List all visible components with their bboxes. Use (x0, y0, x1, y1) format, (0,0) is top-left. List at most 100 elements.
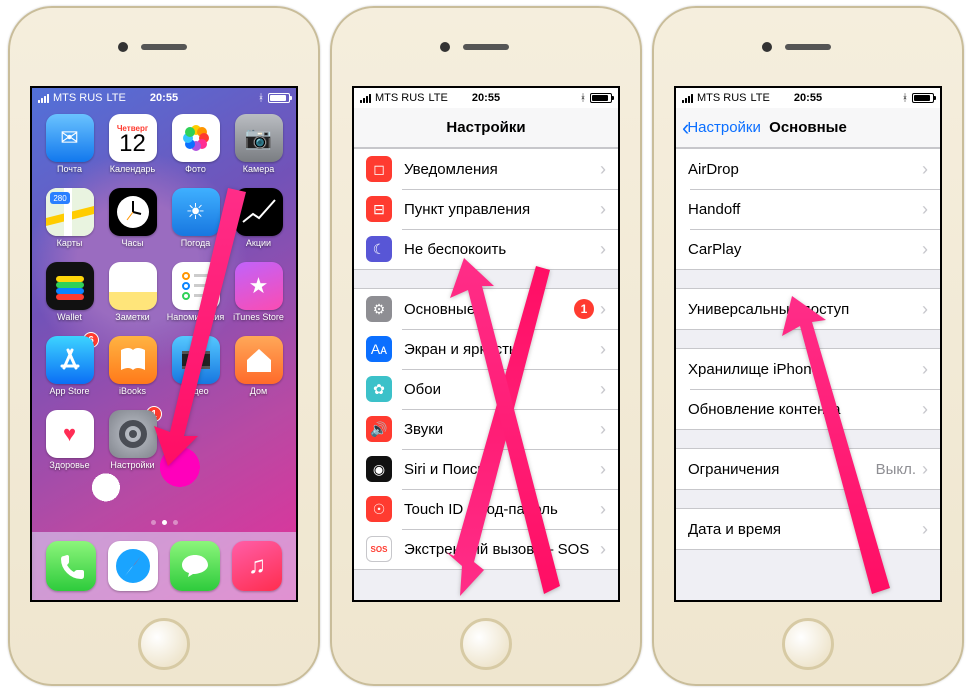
dock: ♫ (32, 532, 296, 600)
home-button[interactable] (460, 618, 512, 670)
dock-music[interactable]: ♫ (232, 541, 282, 591)
clock-icon (109, 188, 157, 236)
row-sos[interactable]: SOSЭкстренный вызов — SOS› (354, 529, 618, 569)
app-camera[interactable]: 📷Камера (227, 114, 290, 186)
general-list[interactable]: AirDrop› Handoff› CarPlay› Универсальный… (676, 148, 940, 600)
appstore-icon (46, 336, 94, 384)
row-sounds[interactable]: 🔊Звуки› (354, 409, 618, 449)
mail-icon: ✉︎ (46, 114, 94, 162)
sos-icon: SOS (366, 536, 392, 562)
back-button[interactable]: ‹Настройки (682, 119, 761, 136)
gear-icon (109, 410, 157, 458)
chevron-right-icon: › (600, 419, 606, 440)
chevron-right-icon: › (600, 339, 606, 360)
row-datetime[interactable]: Дата и время› (676, 509, 940, 549)
screen-general: MTS RUS LTE 20:55 ᚼ ‹Настройки Основные … (674, 86, 942, 602)
row-handoff[interactable]: Handoff› (676, 189, 940, 229)
app-weather[interactable]: ☀︎Погода (164, 188, 227, 260)
notes-icon (109, 262, 157, 310)
phone-home: MTS RUS LTE 20:55 ᚼ ✉︎Почта Четверг12Кал… (8, 6, 320, 686)
gear-icon: ⚙︎ (366, 296, 392, 322)
row-accessibility[interactable]: Универсальный доступ› (676, 289, 940, 329)
nav-bar: ‹Настройки Основные (676, 108, 940, 148)
app-video[interactable]: Видео (164, 336, 227, 408)
dock-safari[interactable] (108, 541, 158, 591)
stocks-icon (235, 188, 283, 236)
chevron-right-icon: › (600, 299, 606, 320)
row-storage[interactable]: Хранилище iPhone› (676, 349, 940, 389)
row-airdrop[interactable]: AirDrop› (676, 149, 940, 189)
row-wallpaper[interactable]: ✿Обои› (354, 369, 618, 409)
status-bar: MTS RUS LTE 20:55 ᚼ (32, 88, 296, 108)
row-siri[interactable]: ◉Siri и Поиск› (354, 449, 618, 489)
row-general[interactable]: ⚙︎Основные1› (354, 289, 618, 329)
screen-settings: MTS RUS LTE 20:55 ᚼ Настройки ◻︎Уведомле… (352, 86, 620, 602)
battery-icon (268, 93, 290, 103)
row-refresh[interactable]: Обновление контента› (676, 389, 940, 429)
row-dnd[interactable]: ☾Не беспокоить› (354, 229, 618, 269)
app-photos[interactable]: Фото (164, 114, 227, 186)
signal-icon (360, 93, 371, 103)
house-icon (235, 336, 283, 384)
weather-icon: ☀︎ (172, 188, 220, 236)
app-notes[interactable]: Заметки (101, 262, 164, 334)
dock-phone[interactable] (46, 541, 96, 591)
app-wallet[interactable]: Wallet (38, 262, 101, 334)
battery-icon (590, 93, 612, 103)
wallpaper-icon: ✿ (366, 376, 392, 402)
app-home[interactable]: Дом (227, 336, 290, 408)
settings-list[interactable]: ◻︎Уведомления› ⊟Пункт управления› ☾Не бе… (354, 148, 618, 600)
row-display[interactable]: AᴀЭкран и яркость› (354, 329, 618, 369)
carrier-label: MTS RUS (53, 92, 103, 104)
chevron-right-icon: › (600, 539, 606, 560)
row-carplay[interactable]: CarPlay› (676, 229, 940, 269)
chevron-right-icon: › (600, 239, 606, 260)
row-control-center[interactable]: ⊟Пункт управления› (354, 189, 618, 229)
app-stocks[interactable]: Акции (227, 188, 290, 260)
bluetooth-icon: ᚼ (580, 93, 586, 104)
sound-icon: 🔊 (366, 416, 392, 442)
chevron-right-icon: › (922, 299, 928, 320)
chevron-right-icon: › (922, 399, 928, 420)
app-appstore[interactable]: 6App Store (38, 336, 101, 408)
book-icon (109, 336, 157, 384)
clock-label: 20:55 (794, 92, 822, 104)
chevron-right-icon: › (600, 159, 606, 180)
chevron-right-icon: › (600, 199, 606, 220)
home-button[interactable] (782, 618, 834, 670)
app-ibooks[interactable]: iBooks (101, 336, 164, 408)
app-health[interactable]: ♥︎Здоровье (38, 410, 101, 482)
app-maps[interactable]: 280Карты (38, 188, 101, 260)
row-value: Выкл. (876, 461, 916, 478)
camera-icon: 📷 (235, 114, 283, 162)
app-settings[interactable]: 1Настройки (101, 410, 164, 482)
dock-messages[interactable] (170, 541, 220, 591)
chevron-right-icon: › (922, 459, 928, 480)
row-restrictions[interactable]: ОграниченияВыкл.› (676, 449, 940, 489)
chevron-right-icon: › (922, 519, 928, 540)
row-notifications[interactable]: ◻︎Уведомления› (354, 149, 618, 189)
fingerprint-icon: ☉ (366, 496, 392, 522)
chevron-right-icon: › (600, 379, 606, 400)
app-calendar[interactable]: Четверг12Календарь (101, 114, 164, 186)
chevron-right-icon: › (922, 159, 928, 180)
home-button[interactable] (138, 618, 190, 670)
clock-label: 20:55 (150, 92, 178, 104)
app-clock[interactable]: Часы (101, 188, 164, 260)
page-indicator[interactable] (32, 516, 296, 528)
network-label: LTE (429, 92, 448, 104)
wallet-icon (46, 262, 94, 310)
app-reminders[interactable]: Напоминания (164, 262, 227, 334)
row-touchid[interactable]: ☉Touch ID и код-пароль› (354, 489, 618, 529)
nav-title: Настройки (446, 119, 525, 136)
chevron-right-icon: › (922, 239, 928, 260)
app-itunes[interactable]: ★iTunes Store (227, 262, 290, 334)
carrier-label: MTS RUS (697, 92, 747, 104)
chevron-right-icon: › (600, 499, 606, 520)
network-label: LTE (107, 92, 126, 104)
app-mail[interactable]: ✉︎Почта (38, 114, 101, 186)
maps-icon: 280 (46, 188, 94, 236)
nav-bar: Настройки (354, 108, 618, 148)
network-label: LTE (751, 92, 770, 104)
bluetooth-icon: ᚼ (902, 93, 908, 104)
